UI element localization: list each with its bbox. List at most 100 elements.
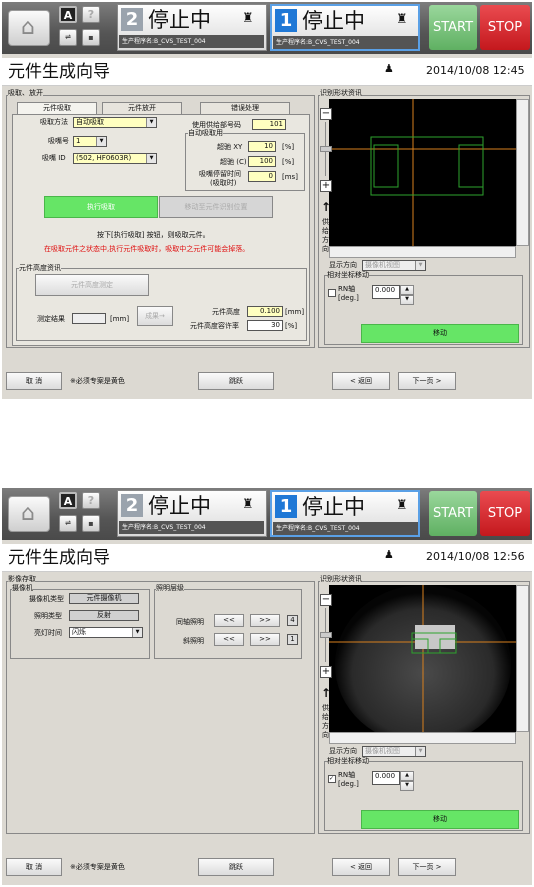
rn-decrement-button[interactable]: ▼	[400, 295, 414, 305]
rn-value-input[interactable]: 0.000	[372, 285, 400, 299]
tab-pick[interactable]: 元件吸取	[17, 102, 97, 114]
tab-error[interactable]: 错误处理	[200, 102, 290, 114]
height-input[interactable]: 0.100	[247, 306, 283, 317]
rn-increment-button[interactable]: ▲	[400, 285, 414, 295]
lane-1-status[interactable]: 1 停止中 ♜ 生产程序名:B_CVS_TEST_004	[270, 4, 420, 51]
home-icon: ⌂	[21, 501, 35, 526]
oblique-value: 1	[287, 634, 298, 645]
camera-image	[329, 585, 516, 732]
light-type-value: 反射	[69, 610, 139, 621]
feeder-input[interactable]: 101	[252, 119, 286, 130]
next-button[interactable]: 下一页 >	[398, 858, 456, 876]
nozzle-no-select[interactable]: 1 ▼	[73, 136, 107, 147]
title-bar: 元件生成向导 ♟ 2014/10/08 12:56	[2, 544, 532, 572]
move-recognition-button[interactable]: 移动至元件识别位置	[159, 196, 273, 218]
auto-mode-button[interactable]: A	[59, 6, 77, 23]
page-title: 元件生成向导	[8, 548, 110, 568]
height-measure-button[interactable]: 元件高度测定	[35, 274, 149, 296]
tolerance-unit: [%]	[285, 322, 298, 330]
lane-2-status[interactable]: 2 停止中 ♜ 生产程序名:B_CVS_TEST_004	[117, 490, 267, 537]
view-horizontal-scrollbar[interactable]	[329, 732, 516, 744]
user-icon: ♟	[384, 548, 394, 561]
warning-line: 在吸取元件之状态中,执行元件吸取时，吸取中之元件可能会掉落。	[44, 245, 250, 253]
zoom-out-icon[interactable]: −	[320, 108, 332, 120]
move-button[interactable]: 移动	[361, 324, 519, 343]
note-text: ※必须专案是黄色	[70, 377, 125, 385]
execute-pick-button[interactable]: 执行吸取	[44, 196, 158, 218]
light-level-label: 照明层级	[156, 584, 184, 593]
rn-checkbox[interactable]: ✓	[328, 775, 336, 783]
chevron-down-icon: ▼	[146, 118, 156, 127]
view-horizontal-scrollbar[interactable]	[329, 246, 516, 258]
cancel-button[interactable]: 取 消	[6, 372, 62, 390]
oblique-increase-button[interactable]: >>	[250, 633, 280, 646]
xy-input[interactable]: 10	[248, 141, 276, 152]
zoom-out-icon[interactable]: −	[320, 594, 332, 606]
group-label: 吸取、放开	[8, 89, 43, 98]
group-label: 影像存取	[8, 575, 36, 584]
help-button[interactable]: ?	[82, 492, 100, 509]
oblique-decrease-button[interactable]: <<	[214, 633, 244, 646]
lane-2-status[interactable]: 2 停止中 ♜ 生产程序名:B_CVS_TEST_004	[117, 4, 267, 51]
datetime: 2014/10/08 12:45	[426, 64, 525, 77]
slider-knob[interactable]	[320, 632, 332, 638]
help-button[interactable]: ?	[82, 6, 100, 23]
pick-method-select[interactable]: 自动吸取 ▼	[73, 117, 157, 128]
zoom-in-icon[interactable]: +	[320, 180, 332, 192]
tab-release[interactable]: 元件放开	[102, 102, 182, 114]
exposure-select[interactable]: 闪烁 ▼	[69, 627, 143, 638]
camera-view[interactable]	[329, 99, 516, 246]
lane-number: 1	[275, 9, 297, 32]
nozzle-id-select[interactable]: (502, HF0603R) ▼	[73, 153, 157, 164]
view-select[interactable]: 摄像机视图 ▼	[362, 260, 426, 271]
auto-mode-button[interactable]: A	[59, 492, 77, 509]
skip-button[interactable]: 跳跃	[198, 372, 274, 390]
program-name: 生产程序名:B_CVS_TEST_004	[273, 36, 418, 49]
chevron-down-icon: ▼	[132, 628, 142, 637]
height-group-label: 元件高度资讯	[19, 264, 61, 273]
back-button[interactable]: < 返回	[332, 858, 390, 876]
start-button[interactable]: START	[429, 491, 477, 536]
skip-button[interactable]: 跳跃	[198, 858, 274, 876]
lane-number: 2	[121, 494, 143, 517]
camera-view[interactable]	[329, 585, 516, 732]
start-button[interactable]: START	[429, 5, 477, 50]
coaxial-decrease-button[interactable]: <<	[214, 614, 244, 627]
home-button[interactable]: ⌂	[8, 496, 50, 532]
coaxial-increase-button[interactable]: >>	[250, 614, 280, 627]
tool-icon[interactable]: ▪	[82, 515, 100, 532]
next-button[interactable]: 下一页 >	[398, 372, 456, 390]
view-select[interactable]: 摄像机视图 ▼	[362, 746, 426, 757]
rn-decrement-button[interactable]: ▼	[400, 781, 414, 791]
zoom-in-icon[interactable]: +	[320, 666, 332, 678]
exposure-label: 亮灯时间	[34, 629, 62, 637]
move-button[interactable]: 移动	[361, 810, 519, 829]
stop-button[interactable]: STOP	[480, 5, 530, 50]
zoom-slider[interactable]: − + ↑ 供给方向	[320, 108, 332, 253]
home-button[interactable]: ⌂	[8, 10, 50, 46]
view-vertical-scrollbar[interactable]	[516, 99, 529, 246]
tool-icon[interactable]: ▪	[82, 29, 100, 46]
xy-label: 超驰 XY	[217, 143, 243, 151]
slider-knob[interactable]	[320, 146, 332, 152]
height-label: 元件高度	[212, 308, 240, 316]
stop-button[interactable]: STOP	[480, 491, 530, 536]
c-input[interactable]: 100	[248, 156, 276, 167]
rn-increment-button[interactable]: ▲	[400, 771, 414, 781]
back-button[interactable]: < 返回	[332, 372, 390, 390]
lane-1-status[interactable]: 1 停止中 ♜ 生产程序名:B_CVS_TEST_004	[270, 490, 420, 537]
program-icon[interactable]: ⇌	[59, 29, 77, 46]
nozzle-id-label: 吸嘴 ID	[42, 154, 66, 162]
rn-value-input[interactable]: 0.000	[372, 771, 400, 785]
view-vertical-scrollbar[interactable]	[516, 585, 529, 732]
dwell-input[interactable]: 0	[248, 171, 276, 182]
feed-direction-text: 供给方向	[322, 218, 329, 253]
zoom-slider[interactable]: − + ↑ 供给方向	[320, 594, 332, 739]
program-name: 生产程序名:B_CVS_TEST_004	[273, 522, 418, 535]
program-icon[interactable]: ⇌	[59, 515, 77, 532]
result-apply-button[interactable]: 成果→	[137, 306, 173, 326]
cancel-button[interactable]: 取 消	[6, 858, 62, 876]
tolerance-input[interactable]: 30	[247, 320, 283, 331]
rn-checkbox[interactable]	[328, 289, 336, 297]
lane-status-text: 停止中	[148, 494, 211, 518]
